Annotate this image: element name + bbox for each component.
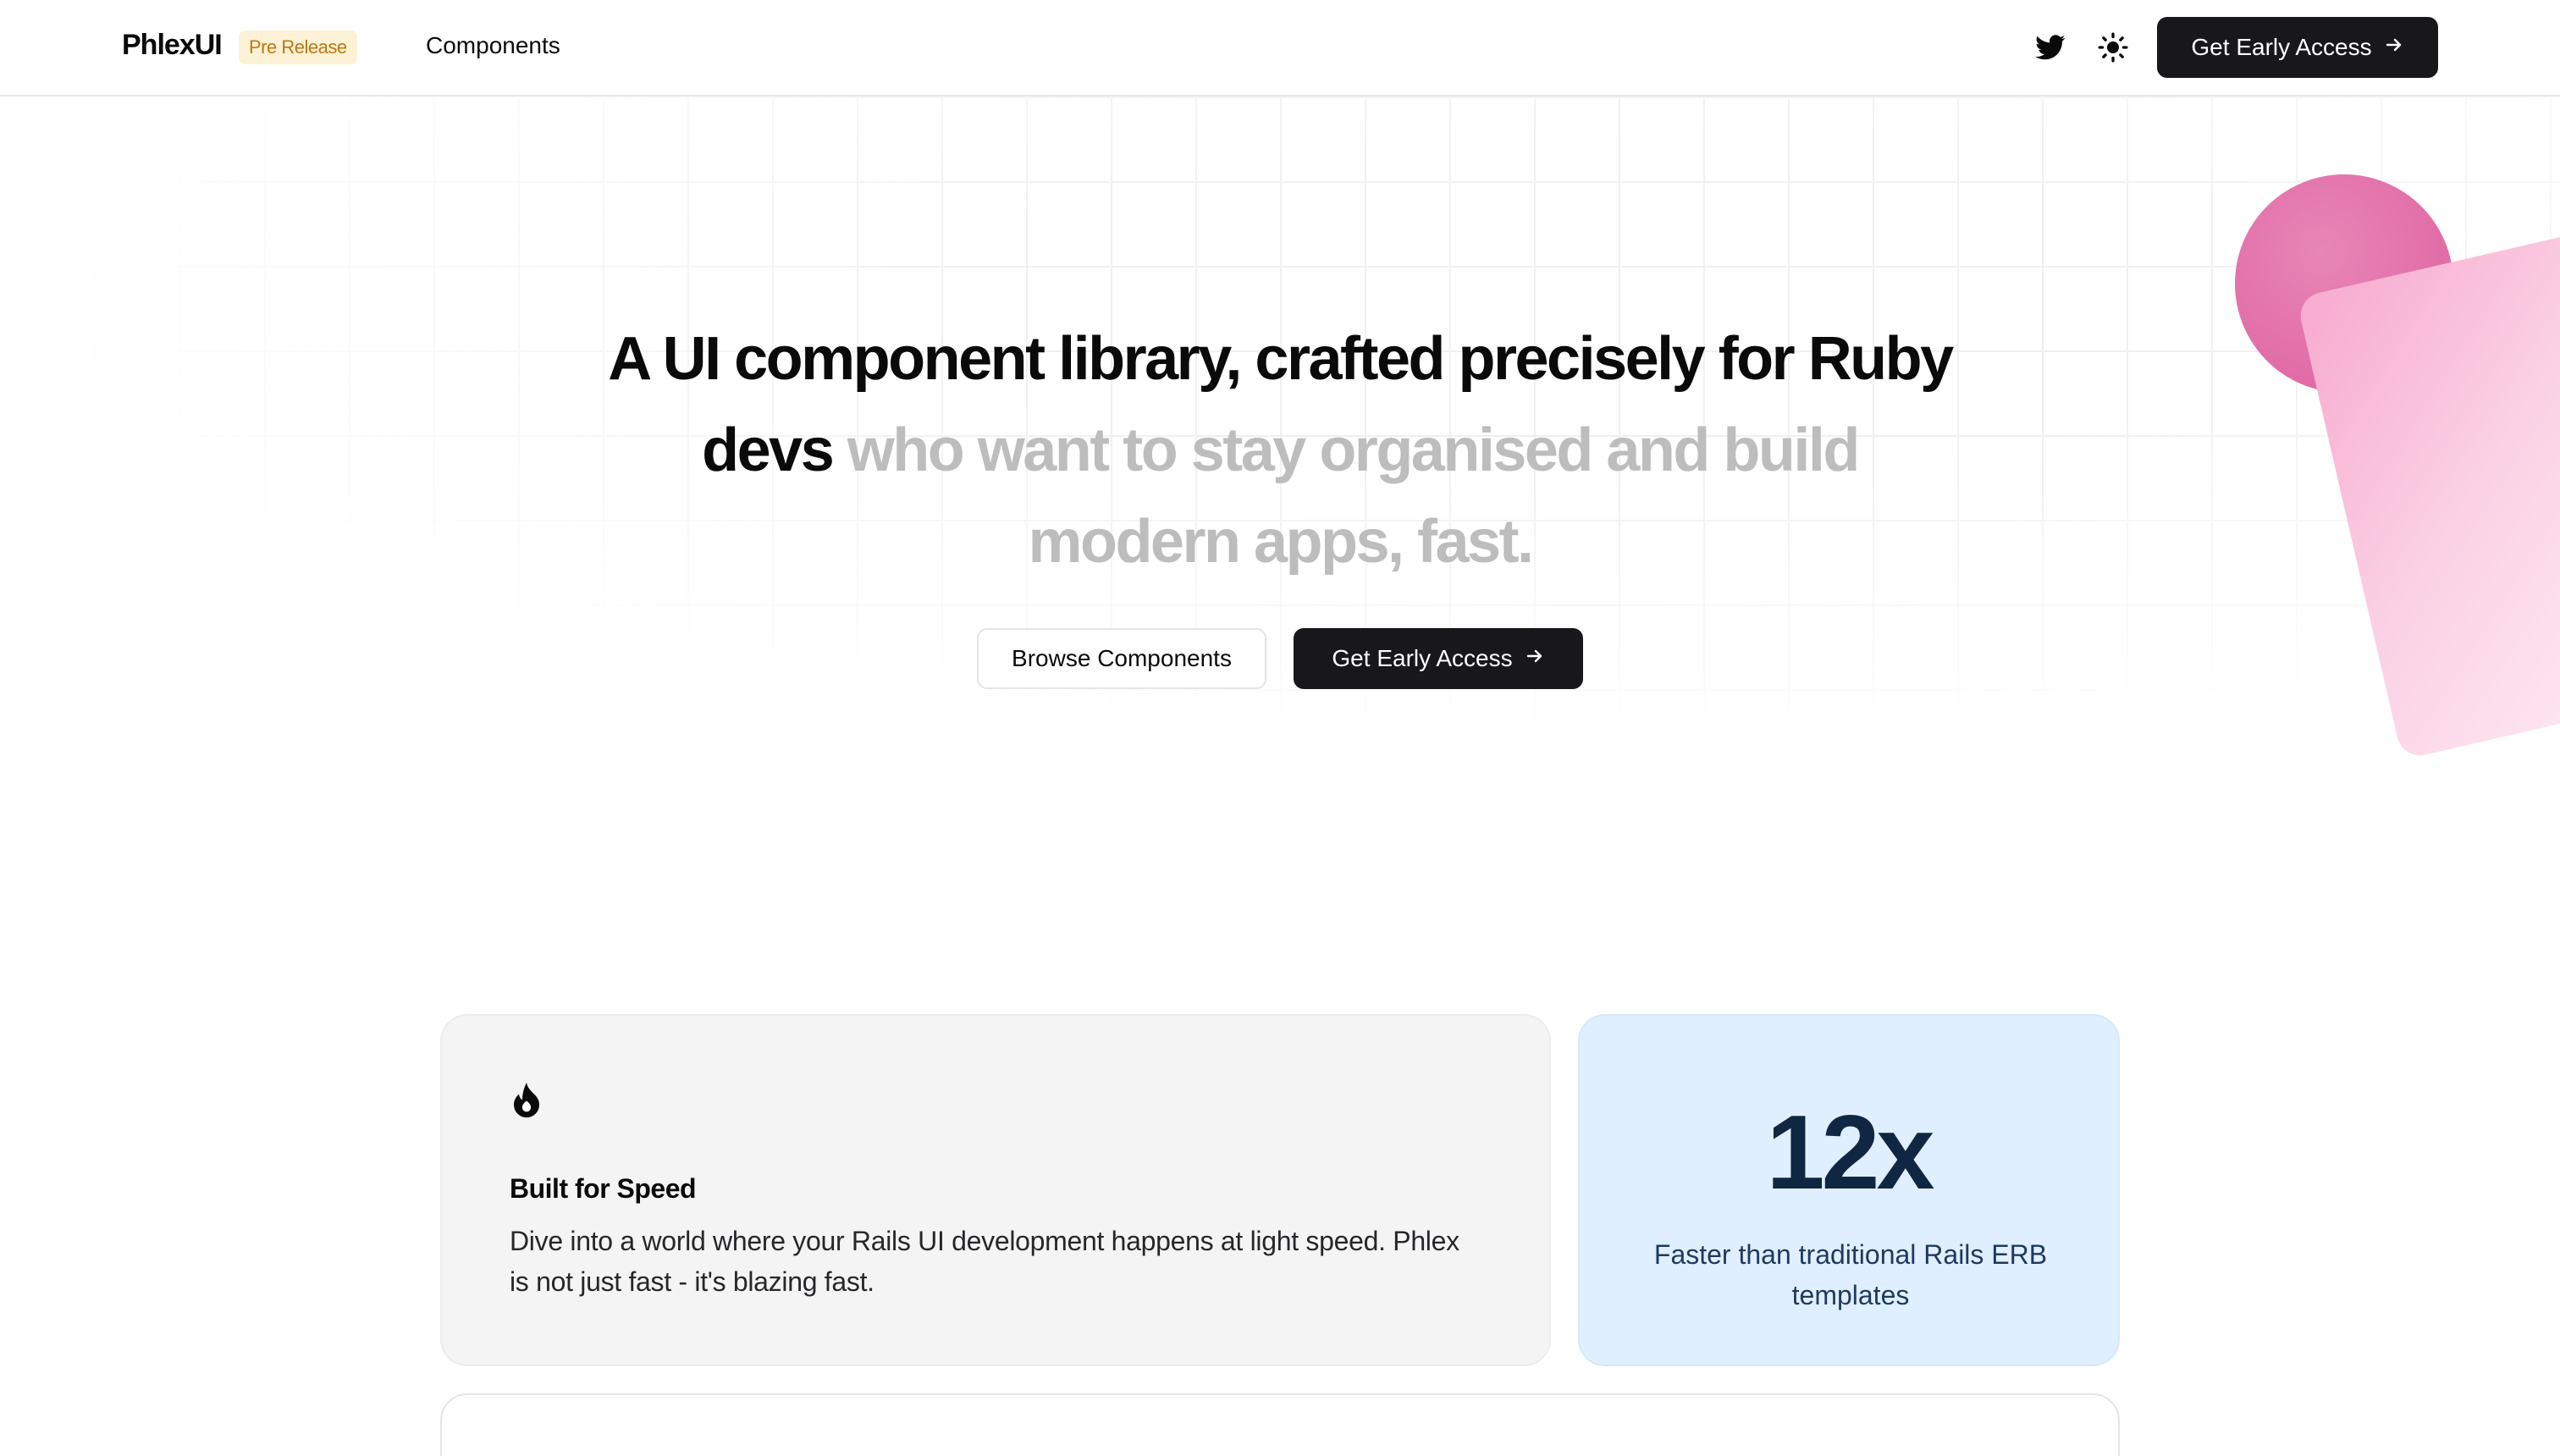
site-header: PhlexUI Pre Release Components Get Early… (0, 0, 2560, 97)
pre-release-badge: Pre Release (239, 30, 357, 64)
feature-title: Built for Speed (510, 1173, 697, 1204)
fire-icon (508, 1080, 545, 1121)
stat-label: Faster than traditional Rails ERB templa… (1653, 1239, 2048, 1310)
twitter-icon[interactable] (2035, 32, 2066, 63)
hero-section: A UI component library, crafted precisel… (593, 313, 1967, 587)
next-feature-card (440, 1393, 2120, 1456)
browse-components-button[interactable]: Browse Components (977, 628, 1266, 689)
stat-value: 12x (1766, 1095, 1935, 1211)
nav-components-link[interactable]: Components (426, 32, 560, 59)
arrow-right-icon (2384, 34, 2404, 61)
sun-icon[interactable] (2096, 30, 2130, 64)
stat-card: 12x Faster than traditional Rails ERB te… (1578, 1014, 2120, 1366)
hero-get-early-access-button[interactable]: Get Early Access (1294, 628, 1583, 689)
logo[interactable]: PhlexUI (122, 29, 223, 62)
header-cta-label: Get Early Access (2191, 34, 2372, 60)
arrow-right-icon (1525, 645, 1545, 672)
feature-card-speed: Built for Speed Dive into a world where … (440, 1014, 1551, 1366)
hero-cta-label: Get Early Access (1332, 645, 1513, 671)
header-get-early-access-button[interactable]: Get Early Access (2157, 17, 2438, 78)
hero-headline: A UI component library, crafted precisel… (593, 313, 1967, 587)
feature-description: Dive into a world where your Rails UI de… (510, 1226, 1459, 1297)
hero-headline-muted: who want to stay organised and build mod… (847, 416, 1861, 576)
page: PhlexUI Pre Release Components Get Early… (0, 0, 2560, 1456)
